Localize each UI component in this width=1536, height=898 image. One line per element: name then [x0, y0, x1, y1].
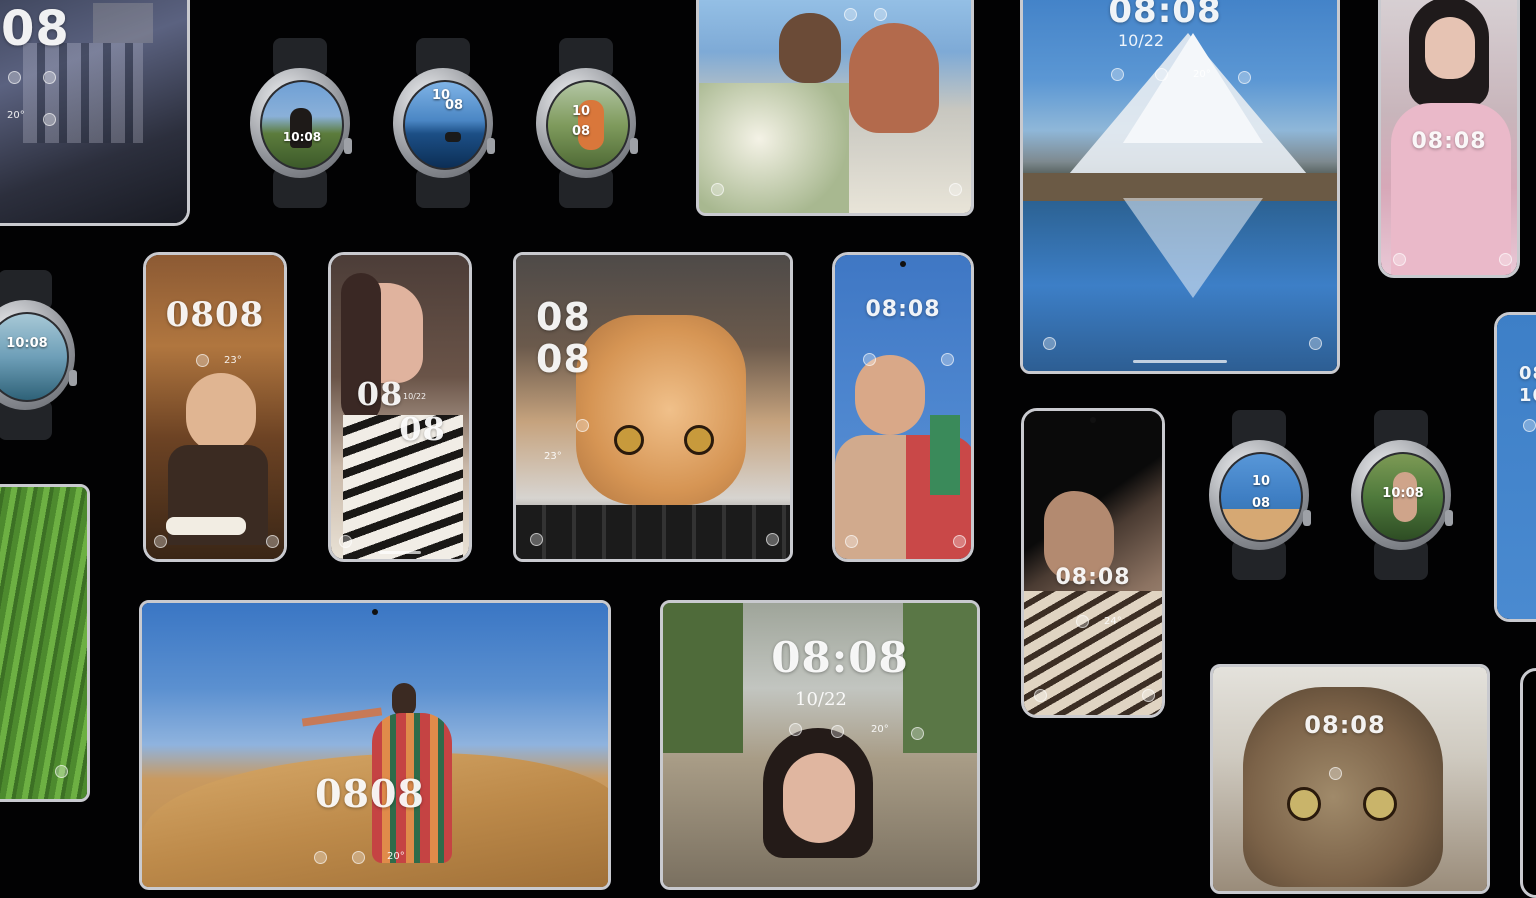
temperature-label: 23° [224, 355, 242, 366]
weather-icon [941, 353, 954, 366]
flashlight-icon [1393, 253, 1406, 266]
temperature-label: 20° [7, 110, 25, 121]
phone-right-edge: 08 10 [1494, 312, 1536, 622]
weather-icon [43, 113, 56, 126]
watch-clock-minute: 08 [571, 124, 591, 139]
tablet-desert: 0808 20° [139, 600, 611, 890]
weather-icon [911, 727, 924, 740]
smartwatch-pier: 10 08 [1204, 410, 1314, 580]
flashlight-icon [711, 183, 724, 196]
camera-icon [266, 535, 279, 548]
date-label: 10/22 [1118, 31, 1165, 50]
phone-night-town: 08 20° [0, 0, 190, 226]
lockscreen-clock-minute: 10 [1519, 385, 1536, 406]
tablet-cat: 08 08 23° [513, 252, 793, 562]
calendar-icon [8, 71, 21, 84]
camera-icon [949, 183, 962, 196]
phone-woman-striped: 08 08 10/22 [328, 252, 472, 562]
notification-icon [314, 851, 327, 864]
watch-clock: 10:08 [282, 130, 322, 144]
lockscreen-clock: 08:08 [1411, 129, 1487, 154]
camera-icon [766, 533, 779, 546]
smartwatch-cropped-left: 10:08 [0, 270, 80, 440]
lockscreen-clock: 0808 [165, 295, 265, 335]
phone-child: 0808 23° [143, 252, 287, 562]
lockscreen-clock-hour: 08 [356, 375, 404, 413]
lockscreen-clock: 08:08 [1304, 711, 1386, 739]
temperature-label: 20° [871, 724, 889, 735]
lockscreen-clock: 08:08 [1108, 0, 1222, 31]
flashlight-icon [154, 535, 167, 548]
lockscreen-clock-minute: 08 [399, 410, 446, 448]
temperature-label: 20° [387, 851, 405, 862]
watch-clock-hour: 10 [1251, 474, 1271, 489]
temperature-label: 20° [1193, 69, 1211, 80]
flashlight-icon [845, 535, 858, 548]
watch-clock: 10:08 [1382, 486, 1424, 501]
phone-pink-portrait: 08:08 [1378, 0, 1520, 278]
flashlight-icon [1043, 337, 1056, 350]
smartwatch-woman: 10:08 [245, 38, 355, 208]
notification-icon [1111, 68, 1124, 81]
tablet-street-girl: 08:08 10/22 20° [660, 600, 980, 890]
flashlight-icon [530, 533, 543, 546]
smartwatch-ocean: 10 08 [388, 38, 498, 208]
flashlight-icon [339, 535, 352, 548]
temperature-label: 23° [544, 451, 562, 462]
weather-icon [1238, 71, 1251, 84]
smartwatch-figure: 10 08 [531, 38, 641, 208]
calendar-icon [576, 419, 589, 432]
calendar-icon [196, 354, 209, 367]
tablet-couple-selfie [696, 0, 974, 216]
notification-icon [789, 723, 802, 736]
tablet-grass [0, 484, 90, 802]
calendar-icon [1076, 615, 1089, 628]
calendar-icon [352, 851, 365, 864]
notification-icon [43, 71, 56, 84]
lockscreen-clock: 08:08 [1055, 565, 1131, 590]
calendar-icon [863, 353, 876, 366]
smartwatch-flowers: 10:08 [1346, 410, 1456, 580]
date-label: 10/22 [403, 392, 427, 401]
calendar-icon [831, 725, 844, 738]
camera-icon [1499, 253, 1512, 266]
lockscreen-clock-hour: 08 [536, 295, 591, 339]
lockscreen-clock-hour: 08 [1519, 363, 1536, 384]
lock-icon [844, 8, 857, 21]
tablet-tabby-cat: 08:08 [1210, 664, 1490, 894]
camera-icon [1142, 689, 1155, 702]
watch-clock-minute: 08 [444, 98, 464, 113]
camera-icon [953, 535, 966, 548]
lockscreen-clock: 0808 [315, 771, 425, 816]
phone-shadow-woman: 08:08 24° [1021, 408, 1165, 718]
calendar-icon [1155, 68, 1168, 81]
lockscreen-clock: 08:08 [865, 297, 941, 322]
temperature-label: 24° [1104, 616, 1122, 627]
camera-icon [55, 765, 68, 778]
calendar-icon [1523, 419, 1536, 432]
phone-sky-woman: 08:08 [832, 252, 974, 562]
lockscreen-clock: 08 [1, 1, 70, 57]
tablet-matterhorn: 08:08 10/22 20° [1020, 0, 1340, 374]
watch-clock-hour: 10 [571, 104, 591, 119]
lockscreen-clock-minute: 08 [536, 337, 591, 381]
calendar-icon [1329, 767, 1342, 780]
flashlight-icon [1034, 689, 1047, 702]
calendar-icon [874, 8, 887, 21]
camera-icon [1309, 337, 1322, 350]
lockscreen-clock: 08:08 [771, 633, 909, 682]
date-label: 10/22 [795, 689, 847, 710]
watch-clock: 10:08 [6, 336, 48, 351]
